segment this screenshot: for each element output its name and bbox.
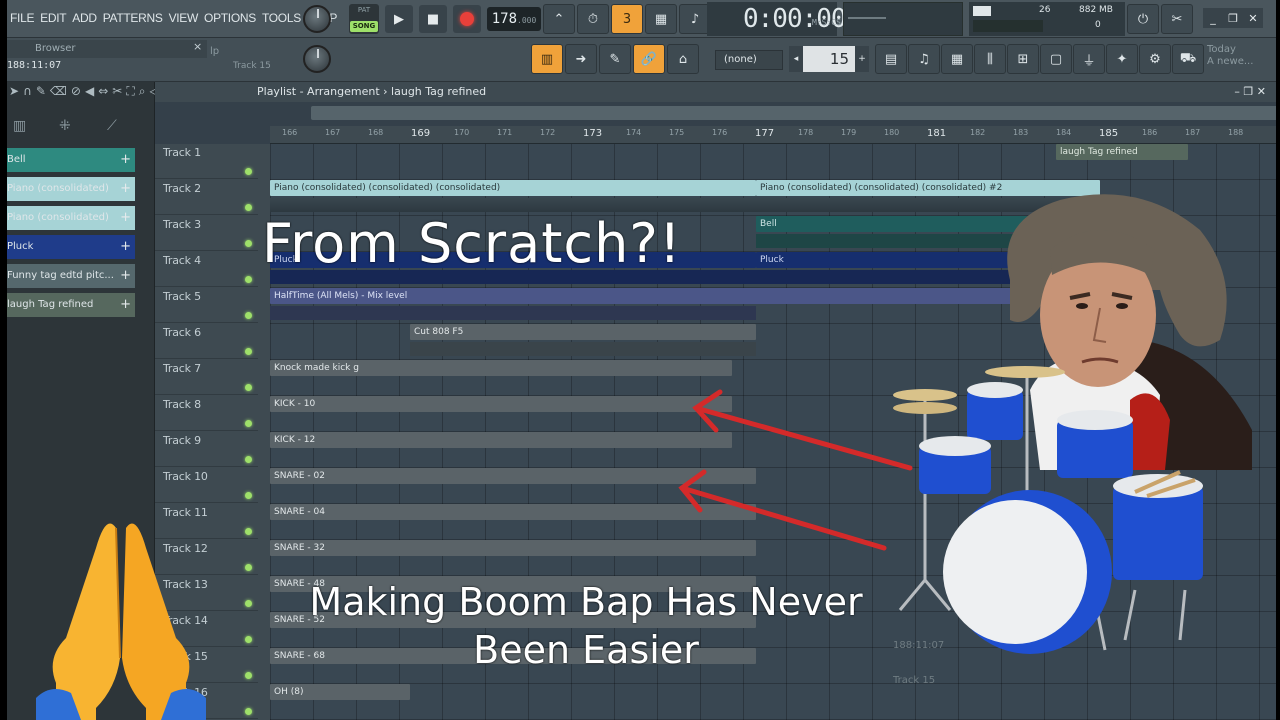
arrow-to-snare <box>678 469 887 551</box>
letterbox-right <box>1276 0 1280 720</box>
arrow-to-kick <box>692 389 913 471</box>
drum-kit-image <box>893 366 1203 654</box>
fl-studio-window: FILE EDIT ADD PATTERNS VIEW OPTIONS TOOL… <box>0 0 1280 720</box>
praying-hands-icon <box>36 523 206 720</box>
letterbox-left <box>0 0 7 720</box>
